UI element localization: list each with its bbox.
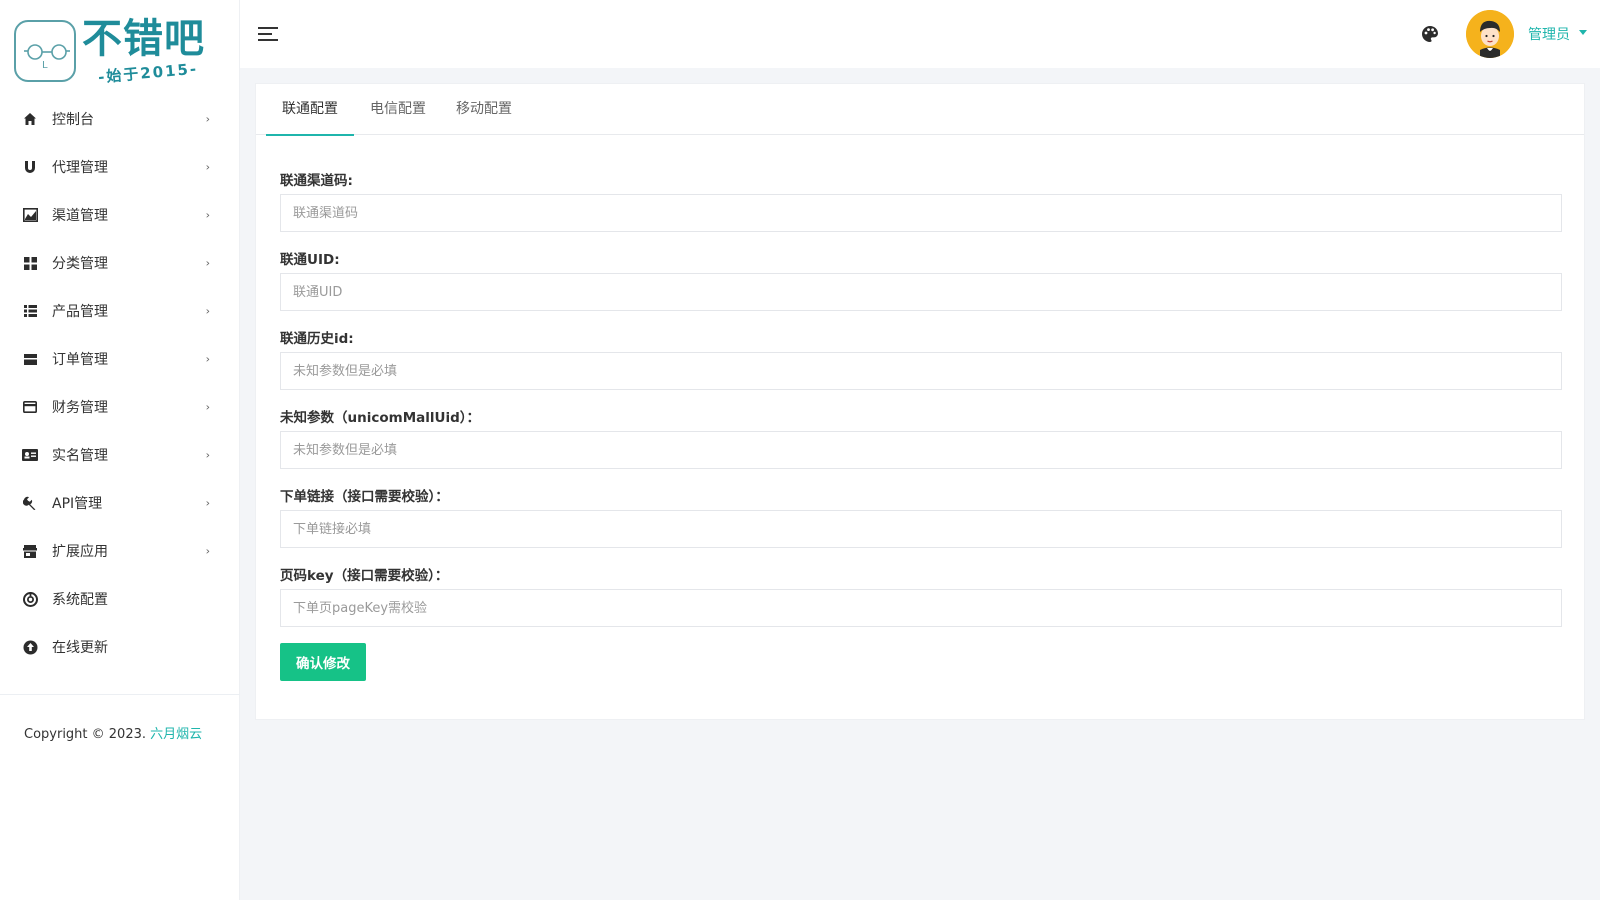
uid-input[interactable] <box>280 273 1562 311</box>
sidebar-item-agents[interactable]: 代理管理 › <box>0 143 240 191</box>
sidebar-item-label: 控制台 <box>52 112 94 128</box>
user-menu-name[interactable]: 管理员 <box>1528 24 1570 44</box>
unicom-config-form: 联通渠道码: 联通UID: 联通历史id: 未知参数（unicomMallUid… <box>280 170 1562 644</box>
magnet-icon <box>22 159 38 175</box>
upload-icon <box>22 639 38 655</box>
wrench-icon <box>22 495 38 511</box>
config-card: 联通配置 电信配置 移动配置 联通渠道码: 联通UID: 联通历史id: 未知参… <box>255 83 1585 720</box>
unicom-mall-uid-label: 未知参数（unicomMallUid）： <box>280 410 480 426</box>
chevron-right-icon: › <box>205 208 210 222</box>
field-order-link: 下单链接（接口需要校验）： <box>280 486 1562 548</box>
sidebar-item-label: 实名管理 <box>52 448 108 464</box>
chart-line-icon <box>22 207 38 223</box>
field-history-id: 联通历史id: <box>280 328 1562 390</box>
sidebar-item-orders[interactable]: 订单管理 › <box>0 335 240 383</box>
sidebar-item-label: 订单管理 <box>52 352 108 368</box>
sidebar-item-products[interactable]: 产品管理 › <box>0 287 240 335</box>
caret-down-icon[interactable] <box>1579 30 1587 35</box>
chevron-right-icon: › <box>205 496 210 510</box>
logo[interactable]: L 不错吧 -始于2015- <box>14 14 224 86</box>
chevron-right-icon: › <box>205 160 210 174</box>
sidebar-item-realname[interactable]: 实名管理 › <box>0 431 240 479</box>
credit-card-icon <box>22 399 38 415</box>
chevron-right-icon: › <box>205 304 210 318</box>
field-uid: 联通UID: <box>280 249 1562 311</box>
chevron-right-icon: › <box>205 256 210 270</box>
chevron-right-icon: › <box>205 448 210 462</box>
tab-mobile-config[interactable]: 移动配置 <box>441 84 527 135</box>
logo-subtitle: -始于2015- <box>97 59 199 87</box>
copyright: Copyright © 2023. 六月烟云 <box>24 723 202 742</box>
logo-badge: L <box>14 20 76 82</box>
channel-code-input[interactable] <box>280 194 1562 232</box>
avatar[interactable] <box>1466 10 1514 58</box>
order-link-label: 下单链接（接口需要校验）： <box>280 489 449 505</box>
field-page-key: 页码key（接口需要校验）： <box>280 565 1562 627</box>
page-key-label: 页码key（接口需要校验）： <box>280 568 449 584</box>
tab-unicom-config[interactable]: 联通配置 <box>266 84 354 136</box>
unicom-mall-uid-input[interactable] <box>280 431 1562 469</box>
history-id-input[interactable] <box>280 352 1562 390</box>
id-card-icon <box>22 447 38 463</box>
top-header: 管理员 <box>240 0 1600 68</box>
menu-toggle-icon[interactable] <box>258 26 278 42</box>
field-channel-code: 联通渠道码: <box>280 170 1562 232</box>
channel-code-label: 联通渠道码: <box>280 173 353 189</box>
sidebar-item-label: 代理管理 <box>52 160 108 176</box>
user-avatar-icon <box>1466 10 1514 58</box>
confirm-modify-button[interactable]: 确认修改 <box>280 643 366 681</box>
logo-badge-letter: L <box>42 60 48 71</box>
sidebar-item-channels[interactable]: 渠道管理 › <box>0 191 240 239</box>
list-icon <box>22 303 38 319</box>
page-key-input[interactable] <box>280 589 1562 627</box>
sidebar-item-extensions[interactable]: 扩展应用 › <box>0 527 240 575</box>
sidebar-item-dashboard[interactable]: 控制台 › <box>0 95 240 143</box>
copyright-text: Copyright © 2023. <box>24 727 147 742</box>
tab-telecom-config[interactable]: 电信配置 <box>355 84 441 135</box>
sidebar-divider <box>0 694 240 695</box>
sidebar-item-system-config[interactable]: 系统配置 <box>0 575 240 623</box>
chevron-right-icon: › <box>205 400 210 414</box>
sidebar-item-api[interactable]: API管理 › <box>0 479 240 527</box>
settings-icon <box>22 591 38 607</box>
chevron-right-icon: › <box>205 112 210 126</box>
sidebar-item-categories[interactable]: 分类管理 › <box>0 239 240 287</box>
home-icon <box>22 111 38 127</box>
logo-title: 不错吧 <box>82 16 205 62</box>
sidebar-item-label: 系统配置 <box>52 592 108 608</box>
sidebar-item-label: API管理 <box>52 496 103 512</box>
palette-icon[interactable] <box>1420 24 1440 44</box>
sidebar: L 不错吧 -始于2015- 控制台 › 代理管理 › 渠道管理 › 分类管理 … <box>0 0 240 900</box>
sidebar-item-online-update[interactable]: 在线更新 <box>0 623 240 671</box>
sidebar-item-finance[interactable]: 财务管理 › <box>0 383 240 431</box>
sidebar-item-label: 在线更新 <box>52 640 108 656</box>
field-unicom-mall-uid: 未知参数（unicomMallUid）： <box>280 407 1562 469</box>
sidebar-menu: 控制台 › 代理管理 › 渠道管理 › 分类管理 › 产品管理 › 订单管理 ›… <box>0 95 240 671</box>
sidebar-item-label: 财务管理 <box>52 400 108 416</box>
sidebar-item-label: 扩展应用 <box>52 544 108 560</box>
history-id-label: 联通历史id: <box>280 331 354 347</box>
sidebar-item-label: 产品管理 <box>52 304 108 320</box>
store-icon <box>22 543 38 559</box>
order-link-input[interactable] <box>280 510 1562 548</box>
chevron-right-icon: › <box>205 352 210 366</box>
chevron-right-icon: › <box>205 544 210 558</box>
grid-icon <box>22 255 38 271</box>
glasses-icon <box>24 44 70 60</box>
sidebar-item-label: 分类管理 <box>52 256 108 272</box>
sidebar-item-label: 渠道管理 <box>52 208 108 224</box>
app-layout: L 不错吧 -始于2015- 控制台 › 代理管理 › 渠道管理 › 分类管理 … <box>0 0 1600 900</box>
copyright-brand-link[interactable]: 六月烟云 <box>150 727 202 742</box>
config-tabs: 联通配置 电信配置 移动配置 <box>256 84 1584 136</box>
order-icon <box>22 351 38 367</box>
uid-label: 联通UID: <box>280 252 340 268</box>
